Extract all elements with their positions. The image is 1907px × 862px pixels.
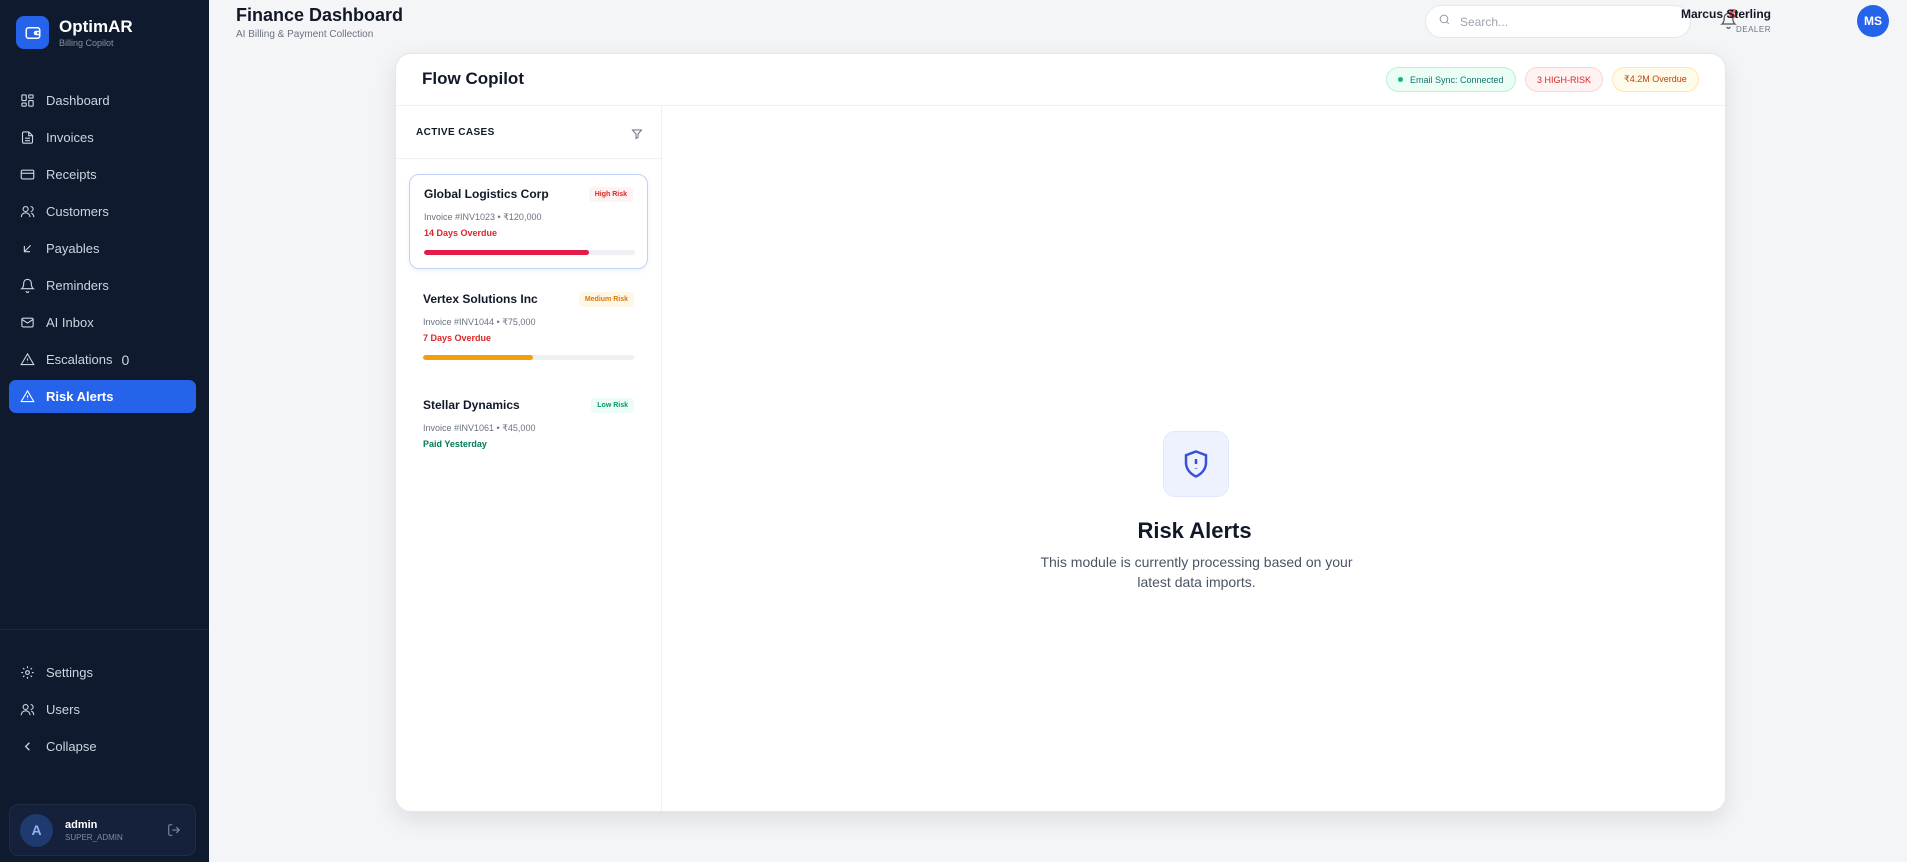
risk-badge: Low Risk (591, 398, 634, 413)
case-invoice: Invoice #INV1044 • ₹75,000 (423, 317, 536, 327)
active-cases-header: ACTIVE CASES (396, 106, 661, 159)
nav-item-label: Dashboard (46, 93, 110, 108)
overdue-chip: ₹4.2M Overdue (1612, 67, 1699, 92)
dashboard-icon (19, 93, 35, 109)
case-card-stellar-dynamics[interactable]: Stellar Dynamics Low Risk Invoice #INV10… (409, 386, 648, 481)
brand[interactable]: OptimAR Billing Copilot (16, 16, 133, 49)
empty-state-description: This module is currently processing base… (1040, 554, 1353, 590)
warning-icon (19, 352, 35, 368)
filter-icon[interactable] (631, 127, 643, 140)
panel-title: Flow Copilot (422, 69, 524, 88)
shield-alert-icon (1163, 431, 1229, 497)
user-name: admin (65, 818, 98, 831)
nav-item-label: Settings (46, 665, 93, 680)
panel-header: Flow Copilot Email Sync: Connected 3 HIG… (396, 54, 1725, 106)
page-subtitle: AI Billing & Payment Collection (236, 29, 374, 40)
account-role: DEALER (1735, 25, 1771, 34)
account-name: Marcus Sterling (1680, 7, 1771, 21)
nav-item-collapse[interactable]: Collapse (9, 730, 196, 763)
nav-item-label: Risk Alerts (46, 389, 114, 404)
customers-icon (19, 204, 35, 220)
case-status: 14 Days Overdue (424, 228, 498, 238)
progress-fill (423, 355, 533, 360)
email-sync-label: Email Sync: Connected (1410, 74, 1504, 85)
brand-name: OptimAR (59, 16, 133, 36)
case-name: Stellar Dynamics (423, 398, 520, 412)
user-role: SUPER_ADMIN (65, 832, 123, 842)
gear-icon (19, 665, 35, 681)
nav-item-settings[interactable]: Settings (9, 656, 196, 689)
case-status: Paid Yesterday (423, 439, 487, 449)
high-risk-chip: 3 HIGH-RISK (1525, 67, 1604, 92)
nav-item-label: Escalations (46, 352, 113, 367)
main-nav: Dashboard Invoices Receipts Customers Pa… (9, 84, 196, 417)
search-box (1425, 5, 1691, 38)
case-invoice: Invoice #INV1023 • ₹120,000 (424, 212, 542, 222)
nav-item-dashboard[interactable]: Dashboard (9, 84, 196, 117)
flow-copilot-panel: Flow Copilot Email Sync: Connected 3 HIG… (395, 53, 1726, 812)
nav-item-escalations[interactable]: Escalations 0 (9, 343, 196, 376)
nav-item-users[interactable]: Users (9, 693, 196, 726)
active-cases-list: ACTIVE CASES Global Logistics Corp High … (396, 106, 662, 811)
nav-item-label: AI Inbox (46, 315, 94, 330)
secondary-nav: Settings Users Collapse (9, 656, 196, 767)
nav-item-label: Payables (46, 241, 100, 256)
logout-icon[interactable] (167, 823, 181, 842)
nav-item-reminders[interactable]: Reminders (9, 269, 196, 302)
search-icon (1438, 13, 1451, 31)
case-name: Vertex Solutions Inc (423, 292, 538, 306)
chevron-left-icon (19, 739, 35, 755)
case-status: 7 Days Overdue (423, 333, 492, 343)
risk-alerts-empty-state: Risk Alerts This module is currently pro… (662, 106, 1725, 811)
receipt-icon (19, 167, 35, 183)
case-card-vertex-solutions[interactable]: Vertex Solutions Inc Medium Risk Invoice… (409, 280, 648, 375)
users-icon (19, 702, 35, 718)
nav-item-label: Collapse (46, 739, 97, 754)
nav-item-label: Receipts (46, 167, 97, 182)
risk-badge: High Risk (588, 187, 633, 202)
warning-icon (19, 389, 35, 405)
empty-state-title: Risk Alerts (1137, 518, 1252, 543)
sidebar: OptimAR Billing Copilot Dashboard Invoic… (0, 0, 209, 862)
user-card: A admin SUPER_ADMIN (9, 804, 196, 856)
page-title: Finance Dashboard (236, 5, 404, 25)
payables-icon (19, 241, 35, 257)
nav-item-payables[interactable]: Payables (9, 232, 196, 265)
nav-divider (0, 629, 209, 630)
nav-item-invoices[interactable]: Invoices (9, 121, 196, 154)
nav-item-receipts[interactable]: Receipts (9, 158, 196, 191)
case-card-global-logistics[interactable]: Global Logistics Corp High Risk Invoice … (409, 174, 648, 269)
nav-item-label: Invoices (46, 130, 94, 145)
bell-icon (19, 278, 35, 294)
progress-fill (424, 250, 589, 255)
nav-item-label: Reminders (46, 278, 109, 293)
account-avatar[interactable]: MS (1857, 5, 1889, 37)
nav-item-customers[interactable]: Customers (9, 195, 196, 228)
escalations-count: 0 (121, 351, 130, 368)
nav-item-ai-inbox[interactable]: AI Inbox (9, 306, 196, 339)
case-invoice: Invoice #INV1061 • ₹45,000 (423, 423, 536, 433)
avatar: A (20, 813, 53, 847)
brand-subtitle: Billing Copilot (59, 37, 114, 48)
status-dot-icon (1398, 77, 1403, 82)
nav-item-label: Customers (46, 204, 109, 219)
email-sync-chip: Email Sync: Connected (1386, 67, 1516, 92)
overdue-progress-bar (423, 355, 634, 360)
overdue-progress-bar (424, 250, 635, 255)
mail-icon (19, 315, 35, 331)
nav-item-label: Users (46, 702, 80, 717)
case-name: Global Logistics Corp (424, 187, 549, 201)
active-cases-title: ACTIVE CASES (416, 127, 495, 138)
wallet-icon (16, 16, 49, 49)
risk-badge: Medium Risk (578, 292, 634, 307)
search-input[interactable] (1460, 14, 1670, 29)
nav-item-risk-alerts[interactable]: Risk Alerts (9, 380, 196, 413)
invoice-icon (19, 130, 35, 146)
